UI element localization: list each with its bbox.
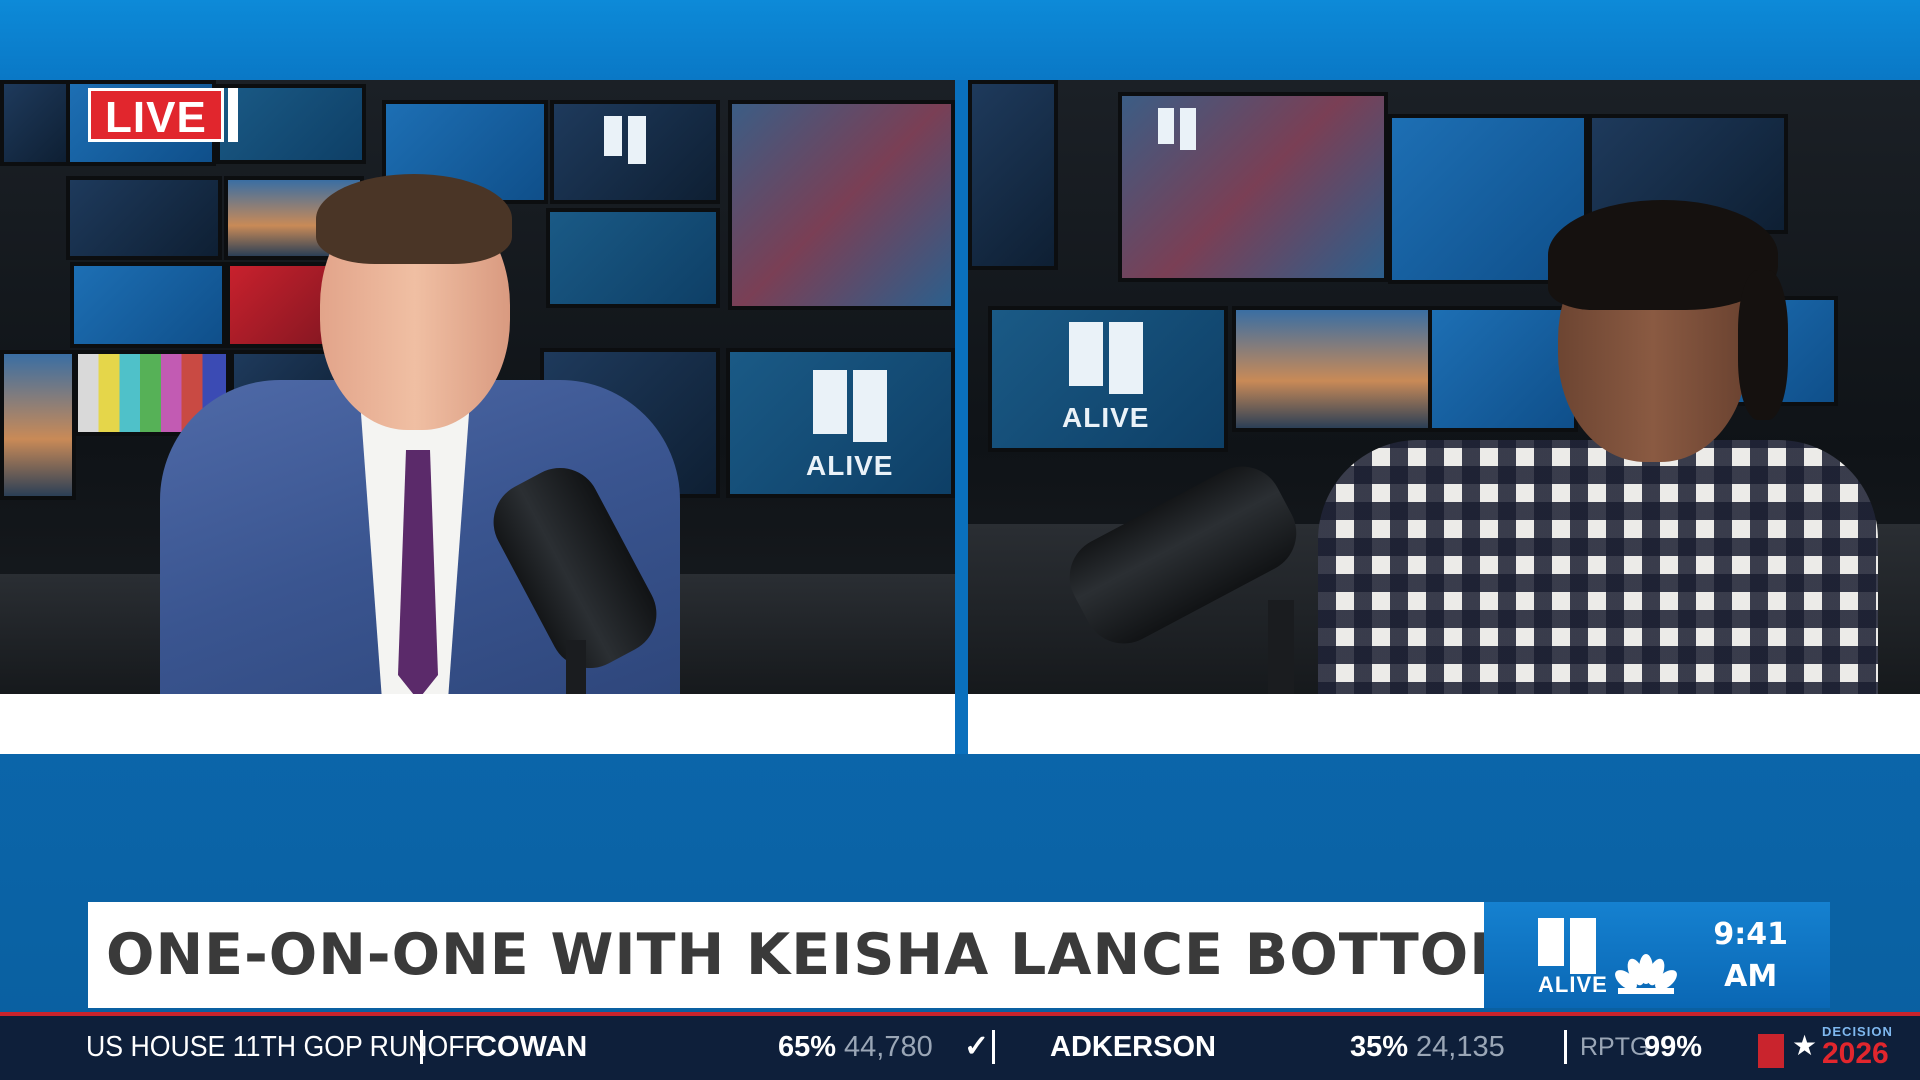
monitor-alive-label: ALIVE: [1062, 402, 1150, 433]
candidate-votes: 24,135: [1416, 1031, 1505, 1063]
guest-person: [1298, 140, 1898, 694]
guest-ponytail: [1738, 270, 1788, 420]
microphone-stand: [566, 640, 586, 694]
anchor-hair: [316, 174, 512, 264]
headline: ONE-ON-ONE WITH KEISHA LANCE BOTTOMS: [106, 922, 1570, 988]
live-bug: LIVE: [88, 88, 238, 142]
candidate-votes: 44,780: [844, 1031, 933, 1063]
studio-monitor: ALIVE: [988, 306, 1228, 452]
alive-logo-icon: [1758, 1034, 1784, 1068]
reporting-label: RPTG: [1580, 1033, 1650, 1061]
video-pane-right: ALIVE: [968, 80, 1920, 694]
candidate-name: ADKERSON: [1050, 1031, 1216, 1063]
alive-logo-icon: ALIVE: [1062, 322, 1149, 434]
monitor-alive-label: ALIVE: [806, 450, 894, 481]
election-ticker: US HOUSE 11TH GOP RUNOFF COWAN 65% 44,78…: [0, 1012, 1920, 1080]
decision-year: 2026: [1822, 1037, 1889, 1070]
broadcast-screen: ALIVE ALIVE LIVE ONE-ON-ONE WITH KEISHA …: [0, 0, 1920, 1080]
station-logo: ALIVE: [1538, 912, 1678, 998]
pane-right-bottom-bar: [968, 694, 1920, 754]
clock-ampm: AM: [1724, 959, 1778, 994]
studio-monitor: [0, 350, 76, 500]
pane-left-bottom-bar: [0, 694, 955, 754]
studio-monitor: [0, 80, 70, 166]
ticker-separator: [992, 1030, 995, 1064]
clock-time: 9:41: [1713, 917, 1788, 952]
top-band: [0, 0, 1920, 80]
winner-check-icon: ✓: [964, 1030, 990, 1063]
alive-logo-icon: ALIVE: [806, 370, 893, 482]
station-brand-box: ALIVE 9:41 AM: [1484, 902, 1830, 1008]
alive-logo-icon: [1158, 108, 1196, 150]
star-icon: ★: [1792, 1030, 1818, 1061]
ticker-separator: [420, 1030, 423, 1064]
station-logo-text: ALIVE: [1538, 972, 1608, 997]
video-pane-left: ALIVE: [0, 80, 955, 694]
clock: 9:41 AM: [1713, 914, 1788, 998]
live-tab: [227, 88, 238, 142]
studio-monitor: [728, 100, 955, 310]
candidate-percent: 35%: [1350, 1031, 1409, 1063]
guest-plaid-jacket: [1318, 440, 1878, 694]
ticker-separator: [1564, 1030, 1567, 1064]
candidate-percent: 65%: [778, 1031, 837, 1063]
live-label: LIVE: [88, 88, 224, 142]
pane-divider: [955, 80, 968, 754]
lower-third: ONE-ON-ONE WITH KEISHA LANCE BOTTOMS: [88, 902, 1568, 1008]
decision-2026-logo: ★ DECISION 2026: [1752, 1020, 1902, 1078]
candidate-name: COWAN: [476, 1031, 588, 1063]
alive-logo-icon: [1538, 918, 1596, 974]
studio-monitor: [968, 80, 1058, 270]
reporting-value: 99%: [1644, 1031, 1703, 1063]
peacock-icon: [1615, 954, 1677, 994]
microphone-stand: [1268, 600, 1294, 694]
studio-monitor: ALIVE: [726, 348, 955, 498]
